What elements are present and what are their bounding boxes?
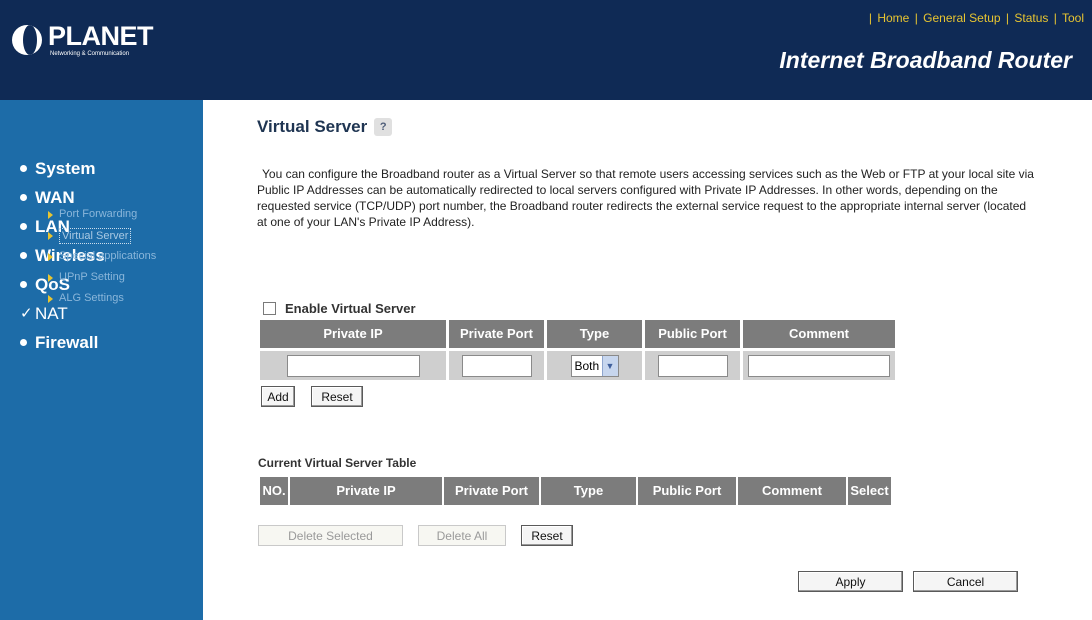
column-header-public-port: Public Port — [638, 477, 736, 505]
nat-submenu: Port Forwarding Virtual Server Special a… — [48, 204, 156, 309]
column-header-no: NO. — [260, 477, 288, 505]
submenu-item-label: UPnP Setting — [59, 271, 125, 283]
product-title: Internet Broadband Router — [779, 47, 1072, 73]
triangle-right-icon — [48, 294, 53, 303]
bullet-icon — [20, 339, 27, 346]
chevron-down-icon: ▼ — [601, 355, 618, 376]
bullet-icon — [20, 223, 27, 230]
sidebar-item-label: Firewall — [35, 332, 99, 352]
main-content: Virtual Server ? You can configure the B… — [203, 100, 1092, 620]
submenu-item-upnp-setting[interactable]: UPnP Setting — [48, 267, 156, 288]
bullet-icon — [20, 252, 27, 259]
header-bar: PLANET Networking & Communication | Home… — [0, 0, 1092, 100]
checkmark-icon: ✓ — [20, 304, 33, 322]
submenu-item-special-applications[interactable]: Special applications — [48, 246, 156, 267]
triangle-right-icon — [48, 273, 53, 282]
nav-link-status[interactable]: Status — [1014, 11, 1048, 25]
enable-virtual-server-checkbox[interactable] — [263, 302, 276, 315]
enable-virtual-server-row: Enable Virtual Server — [263, 301, 416, 316]
input-table-header: Private IP Private Port Type Public Port… — [260, 320, 898, 348]
private-ip-input[interactable] — [286, 354, 420, 377]
column-header-comment: Comment — [738, 477, 846, 505]
type-select-value: Both — [574, 358, 600, 373]
submenu-item-virtual-server[interactable]: Virtual Server — [48, 225, 156, 246]
column-header-select: Select — [848, 477, 891, 505]
enable-virtual-server-label: Enable Virtual Server — [285, 301, 416, 316]
top-navigation: | Home | General Setup | Status | Tool — [868, 11, 1084, 25]
column-header-type: Type — [541, 477, 636, 505]
brand-name: PLANET — [48, 21, 154, 51]
column-header-private-ip: Private IP — [290, 477, 442, 505]
sidebar-menu: System WAN LAN Wireless QoS ✓ NAT Port F… — [20, 154, 156, 357]
bullet-icon — [20, 281, 27, 288]
page-description: You can configure the Broadband router a… — [257, 167, 1034, 229]
nav-link-home[interactable]: Home — [877, 11, 909, 25]
column-header-public-port: Public Port — [645, 320, 740, 348]
sidebar-item-label: System — [35, 158, 96, 178]
public-port-input[interactable] — [657, 354, 728, 377]
submenu-item-label: Special applications — [59, 250, 157, 262]
triangle-right-icon — [48, 231, 53, 240]
bullet-icon — [20, 165, 27, 172]
comment-input[interactable] — [748, 354, 890, 377]
triangle-right-icon — [48, 210, 53, 219]
nav-link-tool[interactable]: Tool — [1062, 11, 1084, 25]
comment-cell — [743, 351, 895, 380]
column-header-type: Type — [547, 320, 642, 348]
reset-table-button[interactable]: Reset — [521, 525, 573, 546]
private-port-cell — [449, 351, 544, 380]
delete-all-button[interactable]: Delete All — [418, 525, 506, 546]
sidebar-item-system[interactable]: System — [20, 154, 105, 183]
add-button[interactable]: Add — [261, 386, 295, 407]
cancel-button[interactable]: Cancel — [913, 571, 1018, 592]
submenu-item-label: Virtual Server — [59, 227, 132, 244]
column-header-private-ip: Private IP — [260, 320, 446, 348]
type-cell: Both ▼ — [547, 351, 642, 380]
private-ip-cell — [260, 351, 446, 380]
brand-tagline: Networking & Communication — [50, 51, 130, 57]
current-table-header: NO. Private IP Private Port Type Public … — [260, 477, 893, 505]
nav-link-general-setup[interactable]: General Setup — [923, 11, 1000, 25]
help-icon[interactable]: ? — [374, 118, 393, 136]
bullet-icon — [20, 194, 27, 201]
submenu-item-label: ALG Settings — [59, 292, 124, 304]
reset-input-button[interactable]: Reset — [311, 386, 363, 407]
private-port-input[interactable] — [461, 354, 532, 377]
page-title-row: Virtual Server ? — [257, 117, 393, 137]
planet-logo-icon — [12, 25, 42, 55]
input-table-row: Both ▼ — [260, 351, 898, 380]
submenu-item-label: Port Forwarding — [59, 208, 138, 220]
public-port-cell — [645, 351, 740, 380]
delete-selected-button[interactable]: Delete Selected — [258, 525, 403, 546]
column-header-private-port: Private Port — [444, 477, 539, 505]
triangle-right-icon — [48, 252, 53, 261]
submenu-item-alg-settings[interactable]: ALG Settings — [48, 288, 156, 309]
column-header-private-port: Private Port — [449, 320, 544, 348]
apply-button[interactable]: Apply — [798, 571, 903, 592]
current-table-title: Current Virtual Server Table — [258, 456, 417, 470]
column-header-comment: Comment — [743, 320, 895, 348]
sidebar-item-firewall[interactable]: Firewall — [20, 328, 105, 357]
type-select[interactable]: Both ▼ — [570, 354, 619, 377]
sidebar: System WAN LAN Wireless QoS ✓ NAT Port F… — [0, 100, 203, 620]
planet-logo: PLANET Networking & Communication — [12, 18, 154, 62]
submenu-item-port-forwarding[interactable]: Port Forwarding — [48, 204, 156, 225]
page-title: Virtual Server — [257, 117, 368, 136]
